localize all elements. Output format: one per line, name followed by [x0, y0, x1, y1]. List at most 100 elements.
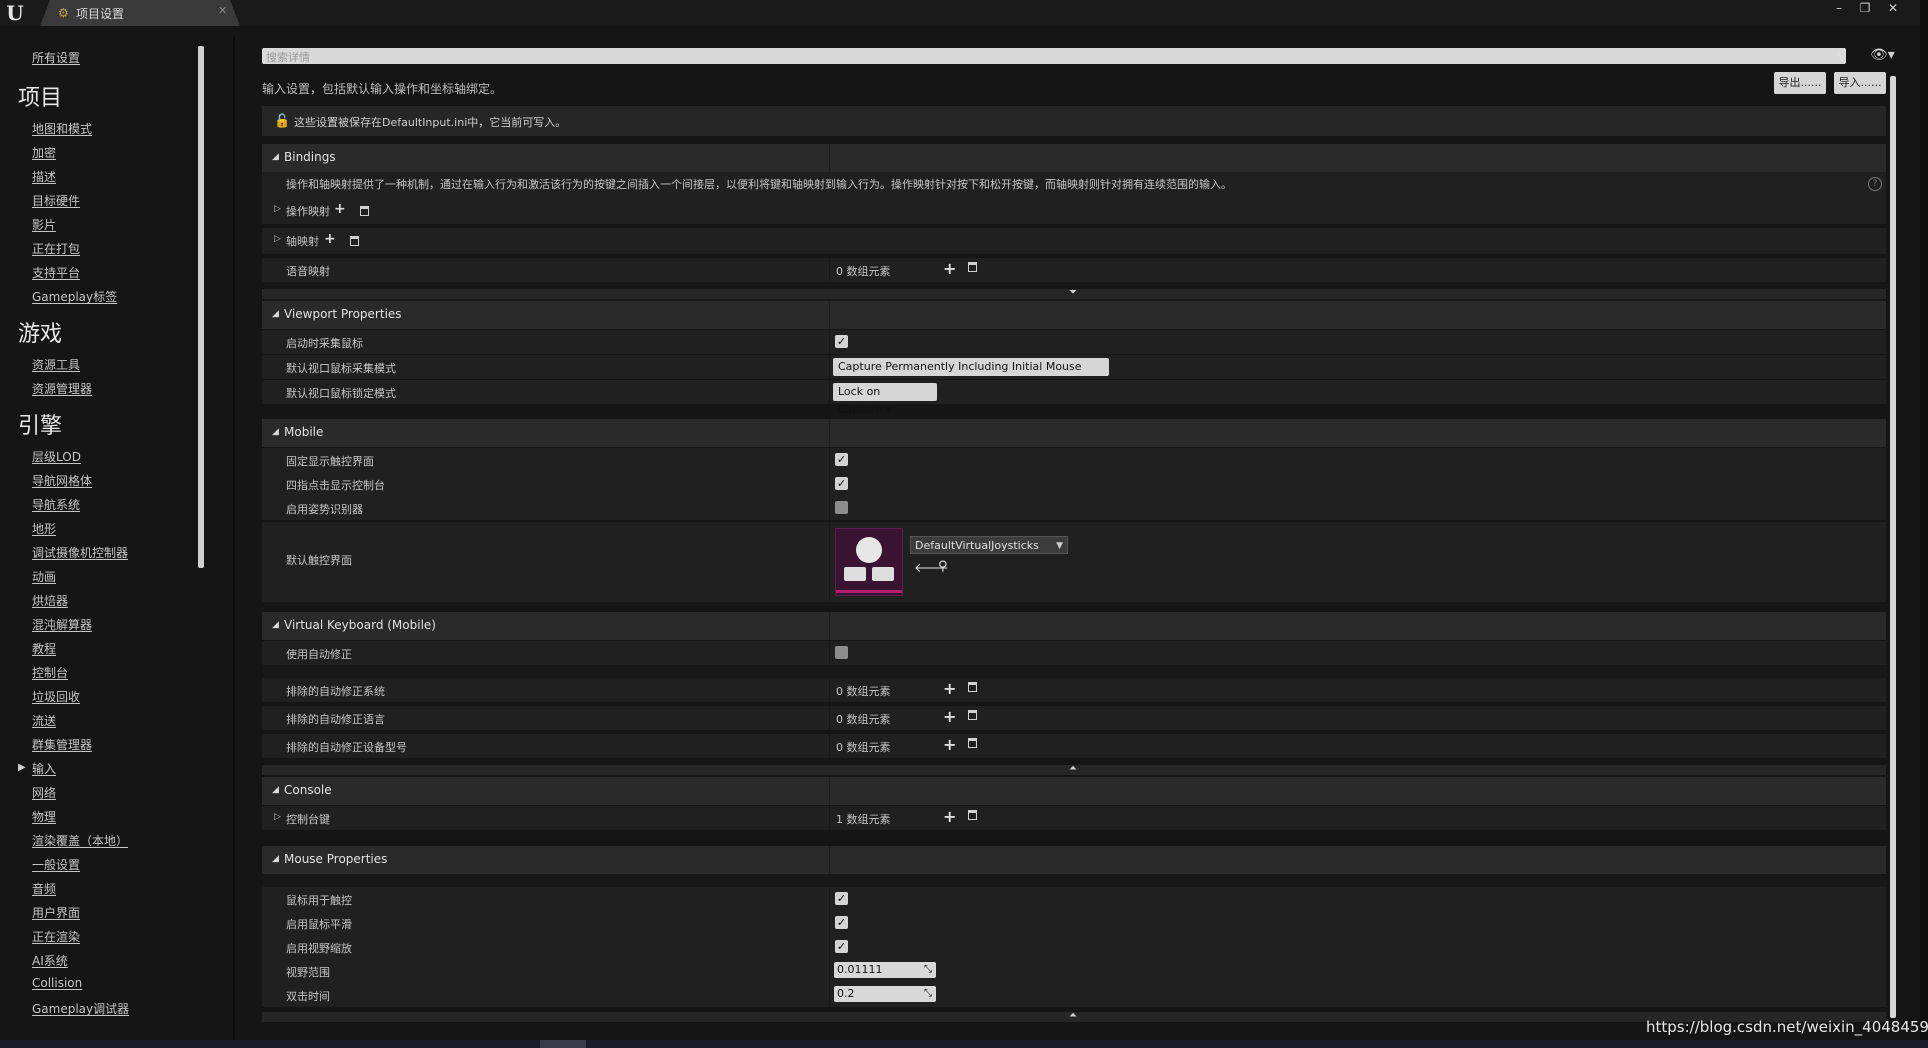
- always-show-touch-checkbox[interactable]: ✓: [835, 453, 848, 466]
- axis-mappings-row[interactable]: ▷ 轴映射 +: [262, 228, 1886, 254]
- drag-resize-icon[interactable]: ⤡: [924, 986, 932, 1002]
- tab-project-settings[interactable]: ⚙ 项目设置 ✕: [40, 0, 240, 26]
- sidebar-item[interactable]: 调试摄像机控制器: [32, 544, 128, 561]
- sidebar-item[interactable]: 控制台: [32, 664, 68, 681]
- sidebar-item[interactable]: 导航网格体: [32, 472, 92, 489]
- sidebar-item[interactable]: 流送: [32, 712, 56, 729]
- sidebar-item[interactable]: 教程: [32, 640, 56, 657]
- asset-thumbnail[interactable]: [835, 528, 903, 596]
- delete-elements-icon[interactable]: [968, 810, 977, 820]
- section-virtual-keyboard[interactable]: ◢ Virtual Keyboard (Mobile): [262, 612, 1886, 640]
- mouse-smoothing-checkbox[interactable]: ✓: [835, 916, 848, 929]
- delete-axis-mappings-icon[interactable]: [350, 236, 359, 246]
- sidebar-item[interactable]: Gameplay标签: [32, 288, 117, 305]
- help-icon[interactable]: ?: [1868, 177, 1882, 191]
- section-console[interactable]: ◢ Console: [262, 777, 1886, 805]
- section-bindings[interactable]: ◢ Bindings: [262, 144, 1886, 172]
- capture-on-start-checkbox[interactable]: ✓: [835, 335, 848, 348]
- drag-resize-icon[interactable]: ⤡: [924, 962, 932, 978]
- chevron-up-icon[interactable]: ⏶: [1069, 1010, 1077, 1021]
- action-mappings-row[interactable]: ▷ 操作映射 +: [262, 198, 1886, 224]
- sidebar-item[interactable]: 渲染覆盖（本地）: [32, 832, 128, 849]
- browse-search-icon[interactable]: ⚲: [938, 559, 948, 574]
- sidebar-item[interactable]: 支持平台: [32, 264, 80, 281]
- double-click-input[interactable]: 0.2 ⤡: [834, 986, 936, 1002]
- panel-divider[interactable]: [233, 36, 235, 1040]
- collapse-triangle-icon[interactable]: ◢: [272, 785, 279, 795]
- sidebar-item[interactable]: 地形: [32, 520, 56, 537]
- add-element-icon[interactable]: +: [943, 808, 956, 826]
- sidebar-item[interactable]: 音频: [32, 880, 56, 897]
- mouse-for-touch-checkbox[interactable]: ✓: [835, 892, 848, 905]
- sidebar-item[interactable]: 网络: [32, 784, 56, 801]
- sidebar-item[interactable]: 用户界面: [32, 904, 80, 921]
- expand-triangle-icon[interactable]: ▷: [274, 234, 281, 244]
- use-autocorrect-checkbox[interactable]: ✓: [835, 646, 848, 659]
- sidebar-item[interactable]: 资源管理器: [32, 380, 92, 397]
- sidebar-item[interactable]: 正在渲染: [32, 928, 80, 945]
- expand-triangle-icon[interactable]: ▷: [274, 812, 281, 822]
- sidebar-item[interactable]: 加密: [32, 144, 56, 161]
- add-element-icon[interactable]: +: [943, 736, 956, 754]
- sidebar-item[interactable]: 层级LOD: [32, 448, 81, 465]
- sidebar-scrollbar[interactable]: [198, 46, 204, 568]
- close-window-button[interactable]: ✕: [1880, 0, 1906, 16]
- sidebar-item[interactable]: 混沌解算器: [32, 616, 92, 633]
- lock-mode-dropdown[interactable]: Lock on Capture ▼: [833, 383, 937, 416]
- delete-action-mappings-icon[interactable]: [360, 206, 369, 216]
- gesture-recognizer-checkbox[interactable]: ✓: [835, 501, 848, 514]
- tab-close-icon[interactable]: ✕: [218, 4, 227, 17]
- view-options-eye-icon[interactable]: 👁▾: [1870, 46, 1896, 64]
- sidebar-item[interactable]: 地图和模式: [32, 120, 92, 137]
- sidebar-item[interactable]: 影片: [32, 216, 56, 233]
- sidebar-item[interactable]: Gameplay调试器: [32, 1000, 129, 1017]
- sidebar-item[interactable]: 目标硬件: [32, 192, 80, 209]
- sidebar-item[interactable]: 动画: [32, 568, 56, 585]
- chevron-down-icon[interactable]: ⏷: [1069, 287, 1077, 298]
- import-button[interactable]: 导入......: [1834, 72, 1886, 94]
- collapse-triangle-icon[interactable]: ◢: [272, 427, 279, 437]
- sidebar-item[interactable]: 烘焙器: [32, 592, 68, 609]
- sidebar-item-all-settings[interactable]: 所有设置: [32, 49, 80, 66]
- collapse-triangle-icon[interactable]: ◢: [272, 854, 279, 864]
- sidebar-item[interactable]: 导航系统: [32, 496, 80, 513]
- unreal-logo-icon[interactable]: U: [4, 2, 26, 24]
- collapse-triangle-icon[interactable]: ◢: [272, 620, 279, 630]
- section-viewport-properties[interactable]: ◢ Viewport Properties: [262, 301, 1886, 329]
- add-element-icon[interactable]: +: [943, 680, 956, 698]
- sidebar-item[interactable]: 群集管理器: [32, 736, 92, 753]
- restore-button[interactable]: ❐: [1852, 0, 1878, 16]
- export-button[interactable]: 导出......: [1774, 72, 1826, 94]
- touch-interface-asset-dropdown[interactable]: DefaultVirtualJoysticks ▼: [910, 536, 1068, 554]
- delete-speech-mappings-icon[interactable]: [968, 262, 977, 272]
- add-axis-mapping-icon[interactable]: +: [324, 231, 336, 247]
- sidebar-item[interactable]: Collision: [32, 976, 82, 990]
- sidebar-item[interactable]: 资源工具: [32, 356, 80, 373]
- collapse-triangle-icon[interactable]: ◢: [272, 309, 279, 319]
- fov-scaling-checkbox[interactable]: ✓: [835, 940, 848, 953]
- sidebar-item[interactable]: 垃圾回收: [32, 688, 80, 705]
- delete-elements-icon[interactable]: [968, 710, 977, 720]
- sidebar-item[interactable]: 描述: [32, 168, 56, 185]
- delete-elements-icon[interactable]: [968, 738, 977, 748]
- sidebar-item[interactable]: 正在打包: [32, 240, 80, 257]
- section-mobile[interactable]: ◢ Mobile: [262, 419, 1886, 447]
- search-input[interactable]: 搜索详情: [262, 48, 1846, 64]
- sidebar-item[interactable]: AI系统: [32, 952, 68, 969]
- expand-triangle-icon[interactable]: ▷: [274, 204, 281, 214]
- capture-mode-dropdown[interactable]: Capture Permanently Including Initial Mo…: [833, 358, 1109, 391]
- search-icon[interactable]: ⚲: [1836, 46, 1854, 64]
- fov-scale-input[interactable]: 0.01111 ⤡: [834, 962, 936, 978]
- sidebar-item[interactable]: 物理: [32, 808, 56, 825]
- sidebar-item[interactable]: 一般设置: [32, 856, 80, 873]
- four-finger-console-checkbox[interactable]: ✓: [835, 477, 848, 490]
- collapse-triangle-icon[interactable]: ◢: [272, 152, 279, 162]
- taskbar-item[interactable]: [540, 1040, 586, 1048]
- section-mouse-properties[interactable]: ◢ Mouse Properties: [262, 846, 1886, 874]
- sidebar-item-input[interactable]: 输入: [32, 760, 56, 777]
- add-action-mapping-icon[interactable]: +: [334, 201, 346, 217]
- add-element-icon[interactable]: +: [943, 708, 956, 726]
- delete-elements-icon[interactable]: [968, 682, 977, 692]
- chevron-up-icon[interactable]: ⏶: [1069, 763, 1077, 774]
- minimize-button[interactable]: –: [1826, 0, 1852, 16]
